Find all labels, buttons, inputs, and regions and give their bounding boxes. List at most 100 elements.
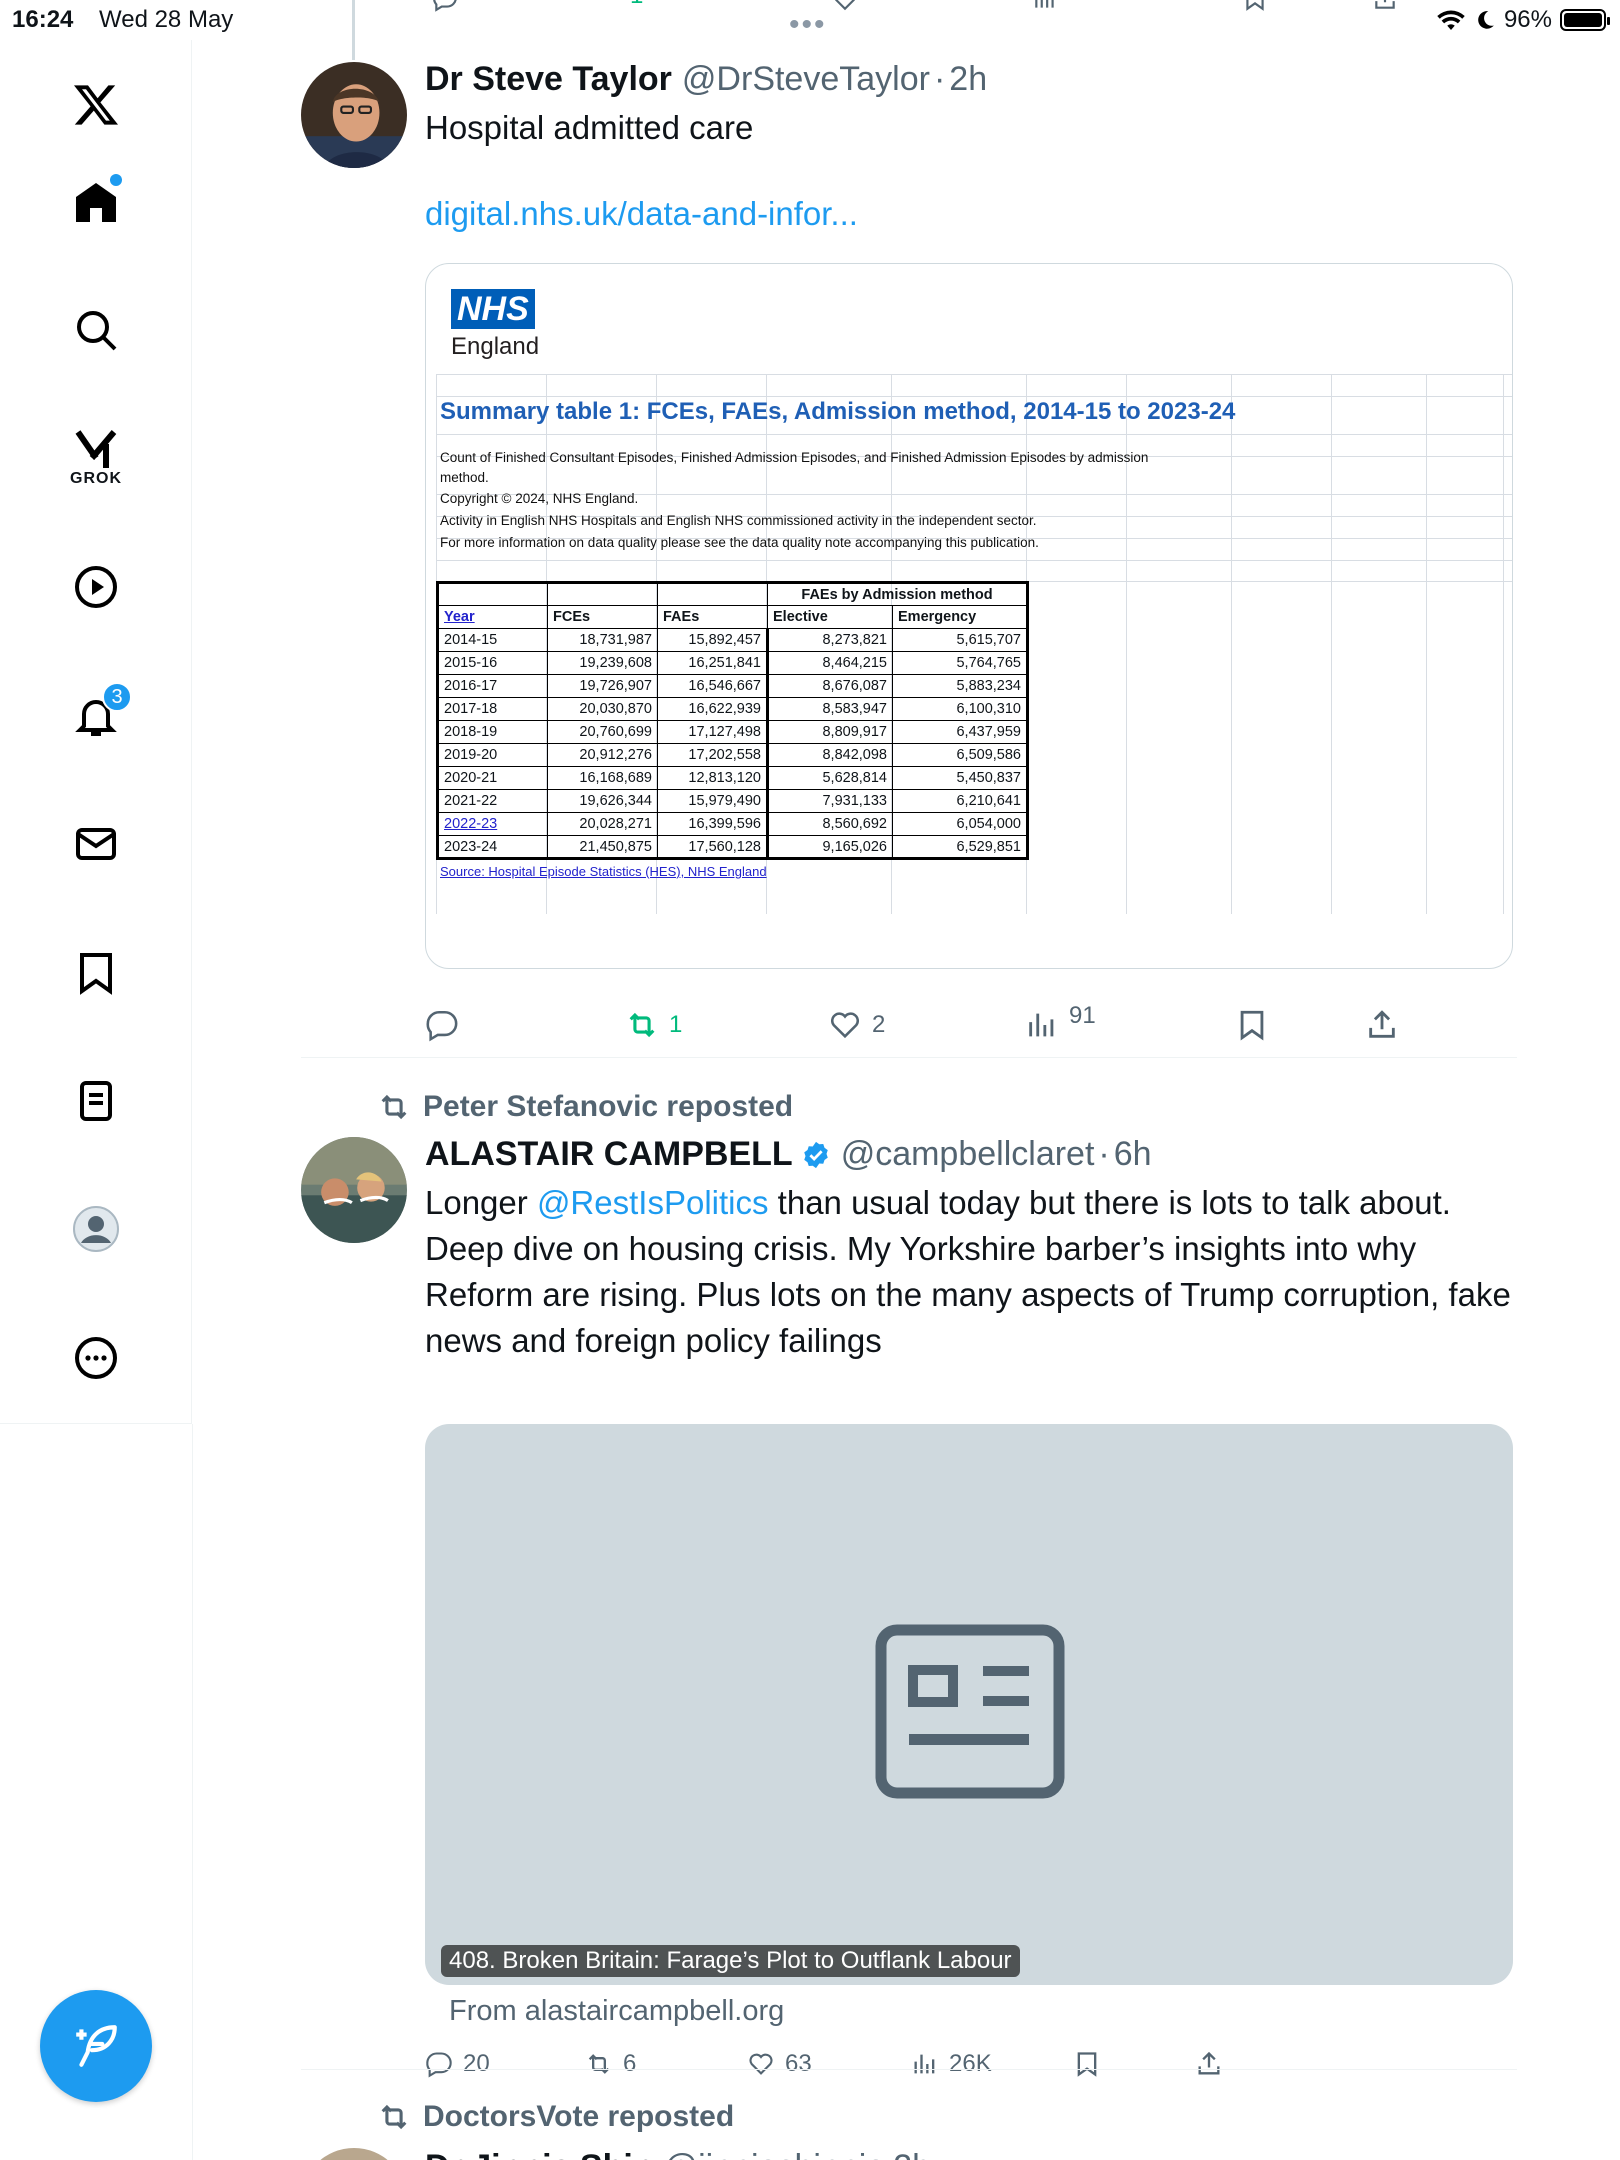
retweet-button[interactable]: 6 — [585, 2050, 636, 2078]
tweet[interactable]: Dr Steve Taylor @DrSteveTaylor · 2h ••• … — [301, 60, 1620, 1060]
bookmark-icon — [80, 953, 112, 995]
table-cell: 8,583,947 — [766, 697, 893, 721]
view-count: 91 — [1069, 1002, 1096, 1029]
table-row: 2017-18 20,030,870 16,622,939 8,583,947 6,10… — [436, 697, 1029, 721]
views-button[interactable]: 26K — [911, 2050, 992, 2078]
author-handle[interactable]: @DrSteveTaylor — [682, 60, 930, 99]
tweet-link[interactable]: digital.nhs.uk/data-and-infor... — [425, 195, 1620, 233]
article-card[interactable]: 408. Broken Britain: Farage’s Plot to Ou… — [425, 1424, 1513, 1985]
author-name[interactable]: Dr Steve Taylor — [425, 60, 672, 99]
tweet-time[interactable]: 6h — [1114, 1135, 1152, 1174]
sidebar-item-videos[interactable] — [56, 547, 136, 627]
reply-icon[interactable] — [430, 0, 460, 12]
retweet-button[interactable]: 1 — [625, 1008, 682, 1042]
sidebar-item-notifications[interactable]: 3 — [56, 676, 136, 756]
table-cell: 8,809,917 — [766, 720, 893, 744]
sidebar-item-profile[interactable] — [56, 1189, 136, 1269]
like-button[interactable]: 2 — [828, 1008, 885, 1042]
article-source[interactable]: From alastaircampbell.org — [449, 1995, 784, 2028]
table-cell-year: 2014-15 — [436, 628, 548, 652]
reply-button[interactable] — [425, 1008, 469, 1042]
sidebar-item-messages[interactable] — [56, 804, 136, 884]
column-header: Year — [436, 605, 548, 629]
table-cell: 16,546,667 — [657, 674, 768, 698]
tweet[interactable]: ALASTAIR CAMPBELL @campbellclaret · 6h •… — [301, 1135, 1620, 2085]
profile-avatar-icon — [73, 1206, 119, 1252]
prev-retweet-count[interactable]: 1 — [630, 0, 643, 10]
table-cell: 17,202,558 — [657, 743, 768, 767]
separator-dot: · — [933, 60, 946, 98]
search-icon — [77, 311, 117, 351]
nhs-logo-sub: England — [451, 333, 540, 360]
sidebar-item-grok[interactable]: GROK — [56, 418, 136, 498]
author-name[interactable]: Dr Jinnie Shin — [425, 2148, 654, 2160]
sheet-note: method. — [440, 470, 489, 485]
repost-indicator[interactable]: DoctorsVote reposted — [377, 2100, 734, 2134]
tweet-text: Longer @RestIsPolitics than usual today … — [425, 1180, 1515, 1364]
table-cell: 17,560,128 — [657, 835, 768, 860]
table-header: Year FCEs FAEs Elective Emergency — [436, 605, 1029, 629]
table-cell: 16,399,596 — [657, 812, 768, 836]
source-link[interactable]: Source: Hospital Episode Statistics (HES… — [440, 864, 767, 879]
views-icon[interactable] — [1030, 0, 1060, 12]
bookmark-icon — [1240, 1010, 1264, 1041]
media-card[interactable]: NHS England Summary table 1: FCEs, FAEs,… — [425, 263, 1513, 969]
author-handle[interactable]: @jinnieshinnie — [664, 2148, 886, 2160]
like-button[interactable]: 63 — [747, 2050, 812, 2078]
sidebar-item-search[interactable] — [56, 290, 136, 370]
bookmark-button[interactable] — [1073, 2050, 1101, 2078]
table-cell: 6,509,586 — [892, 743, 1029, 767]
nhs-logo-box: NHS — [451, 289, 535, 329]
mention-link[interactable]: @RestIsPolitics — [537, 1184, 769, 1221]
views-icon — [1029, 1013, 1054, 1037]
column-header: Emergency — [892, 605, 1029, 629]
author-handle[interactable]: @campbellclaret — [841, 1135, 1095, 1174]
avatar[interactable] — [301, 2148, 407, 2160]
retweet-icon — [629, 1012, 655, 1038]
author-name[interactable]: ALASTAIR CAMPBELL — [425, 1135, 793, 1174]
column-header: FAEs — [657, 605, 768, 629]
table-cell: 8,560,692 — [766, 812, 893, 836]
repost-indicator[interactable]: Peter Stefanovic reposted — [377, 1090, 793, 1124]
avatar[interactable] — [301, 62, 407, 168]
tweet[interactable]: Dr Jinnie Shin @jinnieshinnie 2h — [301, 2148, 1620, 2160]
bookmark-icon[interactable] — [1240, 0, 1270, 12]
divider — [301, 2069, 1517, 2070]
tweet-time[interactable]: 2h — [893, 2148, 931, 2160]
table-cell: 5,764,765 — [892, 651, 1029, 675]
table-cell: 19,626,344 — [547, 789, 658, 813]
reply-icon — [426, 2052, 452, 2078]
x-logo[interactable] — [56, 65, 136, 145]
sidebar-item-lists[interactable] — [56, 1061, 136, 1141]
reply-button[interactable]: 20 — [425, 2050, 490, 2078]
avatar-image — [301, 1137, 407, 1243]
sidebar-item-home[interactable] — [56, 162, 136, 242]
heart-icon[interactable] — [830, 0, 860, 12]
sidebar-item-bookmarks[interactable] — [56, 933, 136, 1013]
compose-post-button[interactable] — [40, 1990, 152, 2102]
share-icon — [1198, 2051, 1220, 2075]
like-count: 63 — [785, 2050, 812, 2077]
battery-icon — [1560, 9, 1610, 31]
table-cell: 6,100,310 — [892, 697, 1029, 721]
table-cell: 9,165,026 — [766, 835, 893, 860]
share-button[interactable] — [1365, 1008, 1399, 1042]
table-row: 2015-16 19,239,608 16,251,841 8,464,215 5,76… — [436, 651, 1029, 675]
group-header: FAEs by Admission method — [767, 581, 1029, 606]
bookmark-button[interactable] — [1235, 1008, 1269, 1042]
table-cell-year: 2021-22 — [436, 789, 548, 813]
tweet-header: Dr Jinnie Shin @jinnieshinnie 2h — [425, 2148, 1620, 2160]
table-cell: 16,622,939 — [657, 697, 768, 721]
table-cell: 20,760,699 — [547, 720, 658, 744]
table-cell-year: 2017-18 — [436, 697, 548, 721]
avatar[interactable] — [301, 1137, 407, 1243]
table-cell: 6,529,851 — [892, 835, 1029, 860]
tweet-text-start: Longer — [425, 1184, 537, 1221]
table-cell: 18,731,987 — [547, 628, 658, 652]
repost-label: DoctorsVote reposted — [423, 2100, 735, 2133]
tweet-time[interactable]: 2h — [949, 60, 987, 99]
share-icon[interactable] — [1370, 0, 1400, 12]
views-button[interactable]: 91 — [1025, 1002, 1096, 1042]
sidebar-item-more[interactable] — [56, 1318, 136, 1398]
share-button[interactable] — [1195, 2050, 1223, 2078]
